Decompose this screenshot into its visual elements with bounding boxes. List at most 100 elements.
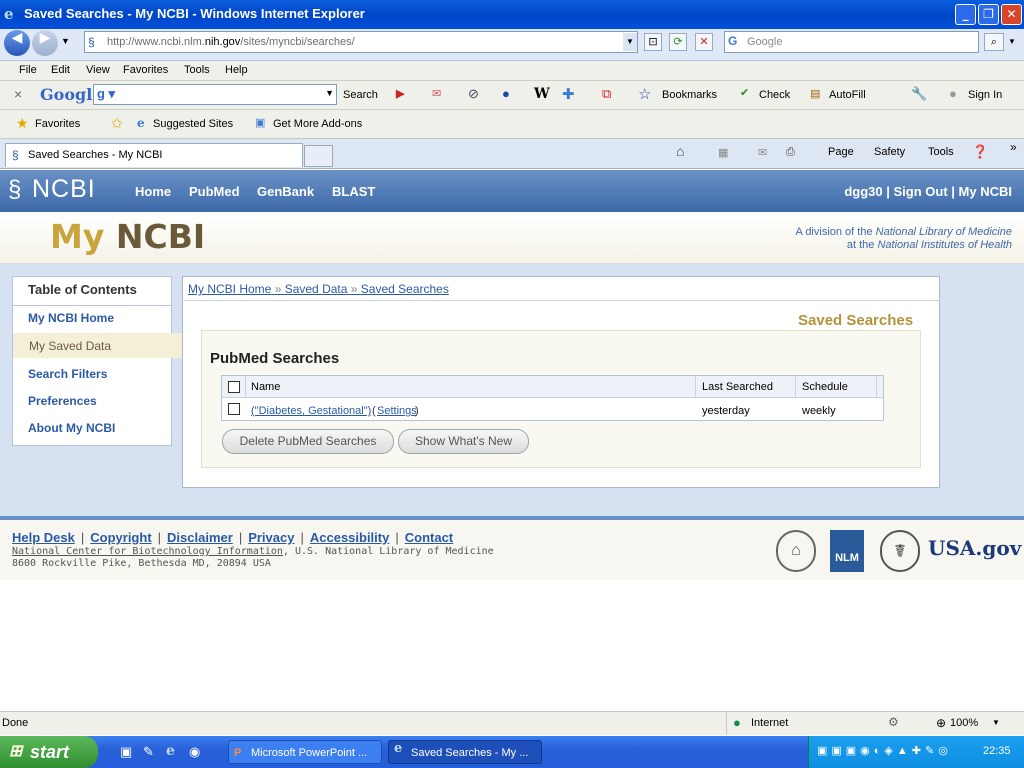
compatibility-icon[interactable]: ⊡ (644, 33, 662, 51)
footer-copyright[interactable]: Copyright (90, 530, 151, 545)
ncbi-address-link[interactable]: National Center for Biotechnology Inform… (12, 546, 283, 557)
delete-pubmed-searches-button[interactable]: Delete PubMed Searches (222, 429, 394, 454)
row-checkbox[interactable] (228, 403, 240, 415)
popup-blocker-icon[interactable]: ⧉ (602, 86, 611, 102)
compass-icon[interactable]: ⊘ (468, 86, 479, 102)
chevron-more-icon[interactable]: » (1010, 140, 1017, 154)
spellcheck-icon[interactable]: ✔ (740, 86, 749, 99)
hhs-logo[interactable]: ☤ (880, 530, 920, 572)
nav-home[interactable]: Home (135, 184, 171, 199)
recent-pages-dropdown-icon[interactable]: ▼ (61, 36, 70, 46)
ncbi-logo[interactable]: NCBI (32, 175, 96, 204)
wrench-icon[interactable]: 🔧 (911, 86, 927, 102)
quicklaunch-desktop-icon[interactable]: ▣ (120, 744, 132, 760)
globe-icon[interactable]: ● (502, 86, 510, 101)
help-icon[interactable]: ❓ (972, 144, 988, 160)
page-menu[interactable]: Page (828, 146, 854, 158)
favorites-star-icon[interactable]: ★ (16, 115, 29, 132)
column-header-last-searched[interactable]: Last Searched (696, 376, 796, 398)
zoom-level[interactable]: 100% (950, 717, 978, 729)
usa-gov-logo[interactable]: USA.gov (928, 536, 1021, 560)
menu-favorites[interactable]: Favorites (123, 64, 168, 76)
my-ncbi-link[interactable]: My NCBI (959, 184, 1012, 199)
footer-contact[interactable]: Contact (405, 530, 453, 545)
address-dropdown-icon[interactable]: ▼ (623, 33, 637, 51)
google-search-dropdown-icon[interactable]: ▼ (325, 88, 334, 98)
search-settings-link[interactable]: Settings (377, 405, 417, 417)
footer-privacy[interactable]: Privacy (248, 530, 294, 545)
nih-seal-logo[interactable]: ⌂ (776, 530, 816, 572)
breadcrumb-saved-data[interactable]: Saved Data (285, 282, 348, 296)
close-button[interactable]: ✕ (1001, 4, 1022, 25)
toc-preferences[interactable]: Preferences (28, 394, 97, 408)
footer-help-desk[interactable]: Help Desk (12, 530, 75, 545)
forward-button[interactable]: ▶ (32, 30, 58, 56)
sign-out-link[interactable]: Sign Out (894, 184, 948, 199)
search-options-icon[interactable]: ▼ (1008, 37, 1016, 46)
task-ie-saved-searches[interactable]: e Saved Searches - My ... (388, 740, 542, 764)
bookmarks-button[interactable]: Bookmarks (662, 89, 717, 101)
nav-genbank[interactable]: GenBank (257, 184, 314, 199)
tab-saved-searches[interactable]: § Saved Searches - My NCBI (5, 143, 303, 167)
search-go-icon[interactable]: ⌕ (984, 33, 1004, 51)
menu-tools[interactable]: Tools (184, 64, 210, 76)
stop-icon[interactable]: ✕ (695, 33, 713, 51)
column-header-name[interactable]: Name (246, 376, 696, 398)
refresh-icon[interactable]: ⟳ (669, 33, 687, 51)
task-powerpoint[interactable]: P Microsoft PowerPoint ... (228, 740, 382, 764)
sign-in-button[interactable]: Sign In (968, 89, 1002, 101)
column-header-schedule[interactable]: Schedule (796, 376, 877, 398)
add-favorite-icon[interactable]: ✩ (111, 115, 123, 132)
tools-menu[interactable]: Tools (928, 146, 954, 158)
tray-icons[interactable]: ▣▣▣◉◐◈▲✚✎◎ (817, 744, 952, 757)
show-whats-new-button[interactable]: Show What's New (398, 429, 529, 454)
bookmarks-star-icon[interactable]: ☆ (638, 85, 651, 103)
back-button[interactable]: ◀ (4, 30, 30, 56)
address-input[interactable]: http://www.ncbi.nlm.nih.gov/sites/myncbi… (84, 31, 638, 53)
wikipedia-icon[interactable]: W (534, 86, 550, 102)
minimize-button[interactable]: _ (955, 4, 976, 25)
start-button[interactable]: ⊞ start (0, 736, 98, 768)
google-search-button[interactable]: Search (343, 89, 378, 101)
breadcrumb-saved-searches[interactable]: Saved Searches (361, 282, 449, 296)
zoom-dropdown-icon[interactable]: ▼ (992, 718, 1000, 727)
toc-my-saved-data[interactable]: My Saved Data (13, 333, 184, 358)
quicklaunch-ie-icon[interactable]: e (166, 743, 175, 759)
toolbar-close-icon[interactable]: × (14, 86, 22, 102)
zoom-icon[interactable]: ⊕ (936, 716, 946, 730)
menu-file[interactable]: File (19, 64, 37, 76)
add-icon[interactable]: ✚ (562, 85, 575, 103)
maximize-button[interactable]: ❐ (978, 4, 999, 25)
protected-mode-icon[interactable]: ⚙ (888, 715, 899, 729)
footer-accessibility[interactable]: Accessibility (310, 530, 390, 545)
toc-my-ncbi-home[interactable]: My NCBI Home (28, 311, 114, 325)
get-addons-link[interactable]: Get More Add-ons (273, 118, 362, 130)
suggested-sites-link[interactable]: Suggested Sites (153, 118, 233, 130)
nlm-logo[interactable]: NLM (830, 530, 864, 572)
autofill-button[interactable]: AutoFill (829, 89, 866, 101)
google-search-input[interactable]: g ▾ ▼ (93, 84, 337, 105)
toc-search-filters[interactable]: Search Filters (28, 367, 107, 381)
check-button[interactable]: Check (759, 89, 790, 101)
breadcrumb-my-ncbi-home[interactable]: My NCBI Home (188, 282, 271, 296)
autofill-icon[interactable]: ▤ (810, 87, 820, 100)
nav-blast[interactable]: BLAST (332, 184, 375, 199)
feeds-icon[interactable]: ▦ (718, 146, 728, 159)
read-mail-icon[interactable]: ✉ (758, 146, 767, 159)
news-icon[interactable]: ✉ (432, 87, 441, 100)
menu-help[interactable]: Help (225, 64, 248, 76)
toc-about-my-ncbi[interactable]: About My NCBI (28, 421, 115, 435)
footer-disclaimer[interactable]: Disclaimer (167, 530, 233, 545)
nav-pubmed[interactable]: PubMed (189, 184, 240, 199)
print-icon[interactable]: ⎙ (786, 146, 795, 159)
search-input[interactable]: Google (724, 31, 979, 53)
search-name-link[interactable]: ("Diabetes, Gestational") (251, 405, 371, 417)
select-all-checkbox[interactable] (228, 381, 240, 393)
home-icon[interactable]: ⌂ (676, 143, 684, 159)
menu-view[interactable]: View (86, 64, 110, 76)
quicklaunch-doc-icon[interactable]: ✎ (143, 744, 154, 760)
youtube-icon[interactable]: ▶ (396, 87, 404, 100)
favorites-button[interactable]: Favorites (35, 118, 80, 130)
new-tab-button[interactable] (304, 145, 333, 167)
safety-menu[interactable]: Safety (874, 146, 905, 158)
